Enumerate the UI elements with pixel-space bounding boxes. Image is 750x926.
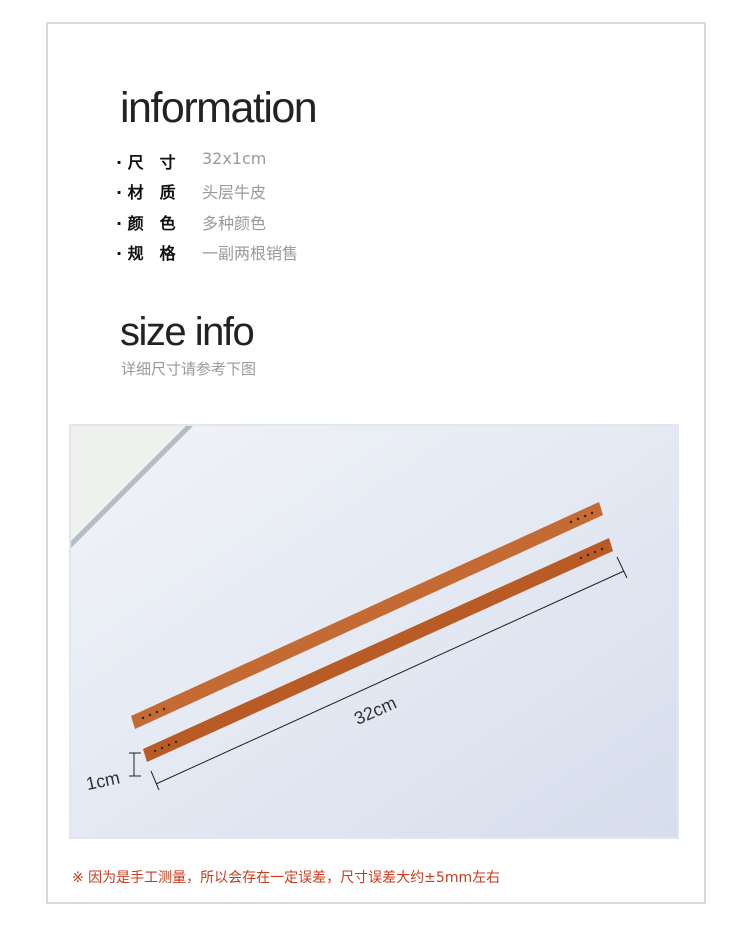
product-photo: 32cm 1cm — [69, 424, 679, 839]
size-info-heading: size info — [120, 310, 255, 354]
spec-value: 多种颜色 — [202, 214, 267, 233]
spec-label: · 尺 寸 — [116, 153, 176, 172]
spec-value: 头层牛皮 — [202, 183, 267, 202]
information-heading: information — [120, 84, 318, 132]
measurement-note: ※ 因为是手工测量，所以会存在一定误差，尺寸误差大约±5mm左右 — [72, 870, 501, 886]
spec-label: · 规 格 — [116, 244, 176, 263]
spec-value: 一副两根销售 — [202, 244, 299, 263]
spec-label: · 颜 色 — [116, 214, 176, 233]
size-info-subtitle: 详细尺寸请参考下图 — [121, 360, 257, 378]
spec-label: · 材 质 — [116, 183, 176, 202]
spec-value: 32x1cm — [202, 149, 267, 168]
